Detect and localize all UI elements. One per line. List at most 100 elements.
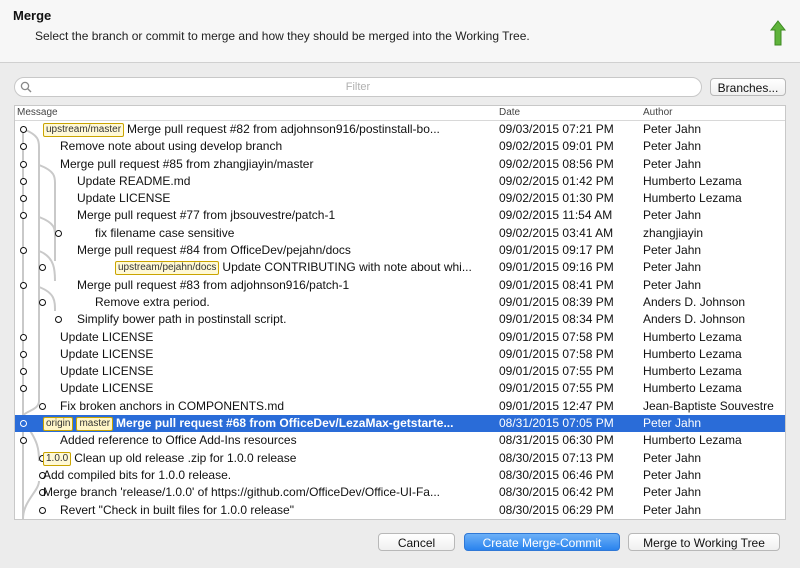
commit-message-text: Added reference to Office Add-Ins resour…: [60, 433, 297, 448]
table-row[interactable]: Update LICENSE 09/01/2015 07:55 PM Humbert…: [15, 380, 785, 397]
branch-tag: 1.0.0: [43, 451, 72, 466]
cancel-button[interactable]: Cancel: [378, 533, 455, 551]
table-row[interactable]: upstream/master Merge pull request #82 fr…: [15, 121, 785, 138]
table-row[interactable]: upstream/pejahn/docs Update CONTRIBUTING …: [15, 259, 785, 276]
table-row[interactable]: origin master Merge pull request #68 from …: [15, 415, 785, 433]
commit-message-text: Merge pull request #84 from OfficeDev/pe…: [77, 243, 351, 258]
commit-date: 09/01/2015 12:47 PM: [499, 398, 614, 413]
filter-placeholder: Filter: [345, 81, 371, 93]
commit-message-text: Simplify bower path in postinstall scrip…: [77, 312, 287, 327]
commit-date: 08/30/2015 06:42 PM: [499, 485, 614, 500]
commit-message-text: Revert "Check in built files for 1.0.0 r…: [60, 502, 294, 517]
commit-message: Add compiled bits for 1.0.0 release.: [15, 467, 493, 484]
table-row[interactable]: Update LICENSE 09/01/2015 07:55 PM Humbert…: [15, 363, 785, 380]
commit-message-text: Add compiled bits for 1.0.0 release.: [43, 467, 232, 482]
commit-author: Humberto Lezama: [643, 191, 742, 206]
commit-message: Merge pull request #84 from OfficeDev/pe…: [15, 242, 493, 259]
commit-author: Peter Jahn: [643, 260, 702, 275]
commit-message: Added reference to Office Add-Ins resour…: [15, 432, 493, 449]
commit-date: 09/01/2015 08:41 PM: [499, 277, 614, 292]
commit-message: upstream/pejahn/docs Update CONTRIBUTING …: [15, 259, 493, 276]
commit-message: Merge pull request #85 from zhangjiayin/…: [15, 156, 493, 173]
merge-to-working-tree-button[interactable]: Merge to Working Tree: [628, 533, 780, 551]
commit-author: Peter Jahn: [643, 277, 702, 292]
commit-message: fix filename case sensitive: [15, 225, 493, 242]
commit-author: Peter Jahn: [643, 208, 702, 223]
commit-message-text: Merge pull request #82 from adjohnson916…: [127, 122, 440, 136]
commit-message-text: Clean up old release .zip for 1.0.0 rele…: [74, 450, 297, 465]
branch-tag: upstream/pejahn/docs: [115, 261, 220, 276]
merge-arrow-icon: [769, 20, 787, 46]
commit-message-text: Update LICENSE: [77, 191, 171, 206]
table-row[interactable]: Add compiled bits for 1.0.0 release. 08/3…: [15, 467, 785, 484]
commit-message: Revert "Check in built files for 1.0.0 r…: [15, 502, 493, 519]
commit-author: Anders D. Johnson: [643, 312, 746, 327]
commit-author: Peter Jahn: [643, 485, 702, 500]
commit-author: Humberto Lezama: [643, 364, 742, 379]
commit-message: Update LICENSE: [15, 380, 493, 397]
table-row[interactable]: Update LICENSE 09/01/2015 07:58 PM Humbert…: [15, 329, 785, 346]
table-row[interactable]: Update README.md 09/02/2015 01:42 PM Humbe…: [15, 173, 785, 190]
table-row[interactable]: Merge pull request #83 from adjohnson916…: [15, 277, 785, 294]
table-row[interactable]: fix filename case sensitive 09/02/2015 03…: [15, 225, 785, 242]
commit-author: Humberto Lezama: [643, 433, 742, 448]
commit-table[interactable]: Message Date Author upstream/master Merge…: [14, 105, 786, 520]
table-row[interactable]: Merge pull request #85 from zhangjiayin/…: [15, 156, 785, 173]
commit-author: Peter Jahn: [643, 139, 702, 154]
create-merge-commit-button[interactable]: Create Merge-Commit: [464, 533, 620, 551]
commit-author: Peter Jahn: [643, 156, 702, 171]
table-row[interactable]: Update LICENSE 09/02/2015 01:30 PM Humbert…: [15, 190, 785, 207]
commit-message-text: Remove extra period.: [95, 294, 210, 309]
table-row[interactable]: Simplify bower path in postinstall scrip…: [15, 311, 785, 328]
column-message[interactable]: Message: [17, 107, 58, 118]
commit-author: Peter Jahn: [643, 122, 702, 136]
commit-date: 09/01/2015 08:39 PM: [499, 294, 614, 309]
filter-input[interactable]: Filter: [14, 77, 702, 97]
commit-date: 09/02/2015 11:54 AM: [499, 208, 613, 223]
table-row[interactable]: Merge pull request #84 from OfficeDev/pe…: [15, 242, 785, 259]
commit-date: 08/30/2015 06:29 PM: [499, 502, 614, 517]
commit-message-text: Merge pull request #68 from OfficeDev/Le…: [116, 416, 454, 431]
table-row[interactable]: Revert "Check in built files for 1.0.0 r…: [15, 502, 785, 519]
commit-author: zhangjiayin: [643, 225, 704, 240]
table-row[interactable]: Merge branch 'release/1.0.0' of https://…: [15, 484, 785, 501]
dialog-title: Merge: [13, 8, 52, 23]
table-row[interactable]: Merge pull request #77 from jbsouvestre/…: [15, 207, 785, 224]
commit-message-text: Merge pull request #83 from adjohnson916…: [77, 277, 350, 292]
commit-message-text: Merge pull request #85 from zhangjiayin/…: [60, 156, 314, 171]
commit-message-text: Update README.md: [77, 173, 191, 188]
table-row[interactable]: Added reference to Office Add-Ins resour…: [15, 432, 785, 449]
commit-author: Peter Jahn: [643, 243, 702, 258]
branch-tag: origin: [43, 417, 74, 432]
search-icon: [20, 81, 32, 93]
table-row[interactable]: Fix broken anchors in COMPONENTS.md 09/01…: [15, 398, 785, 415]
branches-button[interactable]: Branches...: [710, 78, 786, 96]
commit-message-text: fix filename case sensitive: [95, 225, 235, 240]
column-author[interactable]: Author: [643, 107, 672, 118]
commit-rows: upstream/master Merge pull request #82 fr…: [15, 121, 785, 519]
commit-message: Remove note about using develop branch: [15, 138, 493, 155]
commit-message: Merge pull request #83 from adjohnson916…: [15, 277, 493, 294]
commit-date: 08/31/2015 07:05 PM: [499, 416, 614, 431]
commit-date: 09/01/2015 08:34 PM: [499, 312, 614, 327]
dialog-subtitle: Select the branch or commit to merge and…: [35, 29, 530, 43]
commit-message-text: Update LICENSE: [60, 381, 154, 396]
commit-author: Humberto Lezama: [643, 173, 742, 188]
table-row[interactable]: Remove note about using develop branch 09…: [15, 138, 785, 155]
commit-author: Humberto Lezama: [643, 346, 742, 361]
commit-date: 09/01/2015 07:58 PM: [499, 329, 614, 344]
commit-author: Jean-Baptiste Souvestre: [643, 398, 774, 413]
table-row[interactable]: Remove extra period. 09/01/2015 08:39 PM A…: [15, 294, 785, 311]
commit-date: 08/30/2015 07:13 PM: [499, 450, 614, 465]
commit-message: Simplify bower path in postinstall scrip…: [15, 311, 493, 328]
commit-message-text: Update CONTRIBUTING with note about whi.…: [222, 260, 472, 275]
commit-date: 09/02/2015 08:56 PM: [499, 156, 614, 171]
commit-author: Humberto Lezama: [643, 329, 742, 344]
column-date[interactable]: Date: [499, 107, 520, 118]
table-row[interactable]: Update LICENSE 09/01/2015 07:58 PM Humbert…: [15, 346, 785, 363]
commit-date: 09/01/2015 09:17 PM: [499, 243, 614, 258]
table-row[interactable]: 1.0.0 Clean up old release .zip for 1.0.0…: [15, 450, 785, 467]
commit-message: 1.0.0 Clean up old release .zip for 1.0.0…: [15, 450, 493, 467]
commit-message: upstream/master Merge pull request #82 fr…: [15, 121, 493, 138]
commit-date: 09/02/2015 01:30 PM: [499, 191, 614, 206]
